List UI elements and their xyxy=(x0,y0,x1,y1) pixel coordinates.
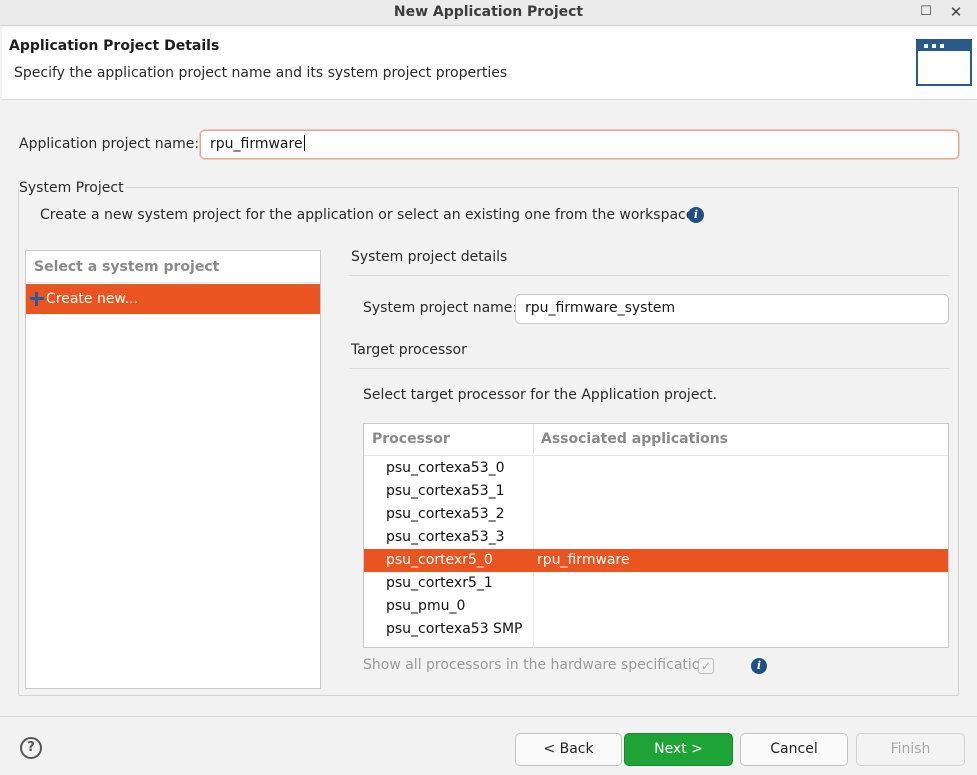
cancel-button[interactable]: Cancel xyxy=(740,733,848,766)
list-item-create-new[interactable]: Create new... xyxy=(26,284,320,314)
title-bar: New Application Project ☐ ✕ xyxy=(0,0,977,26)
processor-cell: psu_cortexr5_1 xyxy=(386,575,493,591)
info-icon[interactable]: i xyxy=(751,658,767,674)
system-project-list: Select a system project Create new... xyxy=(25,250,321,689)
processor-cell: psu_cortexa53_0 xyxy=(386,460,505,476)
apps-cell: rpu_firmware xyxy=(537,552,630,568)
help-icon[interactable]: ? xyxy=(20,737,42,759)
back-button[interactable]: < Back xyxy=(515,733,622,766)
system-project-name-label: System project name: xyxy=(363,300,518,316)
list-header: Select a system project xyxy=(34,259,220,275)
window-title: New Application Project xyxy=(393,4,584,20)
create-new-label: Create new... xyxy=(46,291,138,307)
close-icon[interactable]: ✕ xyxy=(946,3,966,21)
table-row[interactable]: psu_cortexa53_3 xyxy=(364,526,948,549)
show-all-processors-label: Show all processors in the hardware spec… xyxy=(363,657,710,673)
column-header-associated-apps[interactable]: Associated applications xyxy=(541,431,728,447)
processor-table: Processor Associated applications psu_co… xyxy=(363,423,949,648)
table-row[interactable]: psu_cortexa53_1 xyxy=(364,480,948,503)
text-caret xyxy=(303,135,305,151)
show-all-processors-checkbox[interactable]: ✓ xyxy=(698,658,714,674)
wizard-header: Application Project Details Specify the … xyxy=(2,27,977,100)
app-name-label: Application project name: xyxy=(19,136,200,152)
table-row[interactable]: psu_cortexa53_0 xyxy=(364,457,948,480)
finish-button[interactable]: Finish xyxy=(856,733,965,766)
app-name-input[interactable]: rpu_firmware xyxy=(200,130,959,159)
table-row[interactable]: psu_cortexa53 SMP xyxy=(364,618,948,641)
plus-icon xyxy=(29,291,45,307)
system-project-name-input[interactable]: rpu_firmware_system xyxy=(515,294,949,324)
target-processor-instruction: Select target processor for the Applicat… xyxy=(363,387,718,403)
target-processor-title: Target processor xyxy=(351,342,467,358)
processor-cell: psu_cortexr5_0 xyxy=(386,552,493,568)
maximize-icon[interactable]: ☐ xyxy=(916,3,936,21)
processor-cell: psu_pmu_0 xyxy=(386,598,466,614)
system-project-details-title: System project details xyxy=(351,249,508,265)
processor-cell: psu_cortexa53_2 xyxy=(386,506,505,522)
page-subtitle: Specify the application project name and… xyxy=(14,65,508,81)
column-header-processor[interactable]: Processor xyxy=(372,431,450,447)
wizard-window-icon xyxy=(916,39,972,86)
info-icon[interactable]: i xyxy=(688,207,704,223)
processor-cell: psu_cortexa53_3 xyxy=(386,529,505,545)
table-row-selected[interactable]: psu_cortexr5_0 rpu_firmware xyxy=(364,549,948,572)
next-button[interactable]: Next > xyxy=(624,733,733,766)
processor-cell: psu_cortexa53 SMP xyxy=(386,621,523,637)
table-row[interactable]: psu_pmu_0 xyxy=(364,595,948,618)
page-title: Application Project Details xyxy=(9,38,220,54)
table-row[interactable]: psu_cortexa53_2 xyxy=(364,503,948,526)
system-project-legend: System Project xyxy=(19,180,126,196)
footer-divider xyxy=(0,716,977,717)
system-project-description: Create a new system project for the appl… xyxy=(40,207,695,223)
table-row[interactable]: psu_cortexr5_1 xyxy=(364,572,948,595)
processor-cell: psu_cortexa53_1 xyxy=(386,483,505,499)
